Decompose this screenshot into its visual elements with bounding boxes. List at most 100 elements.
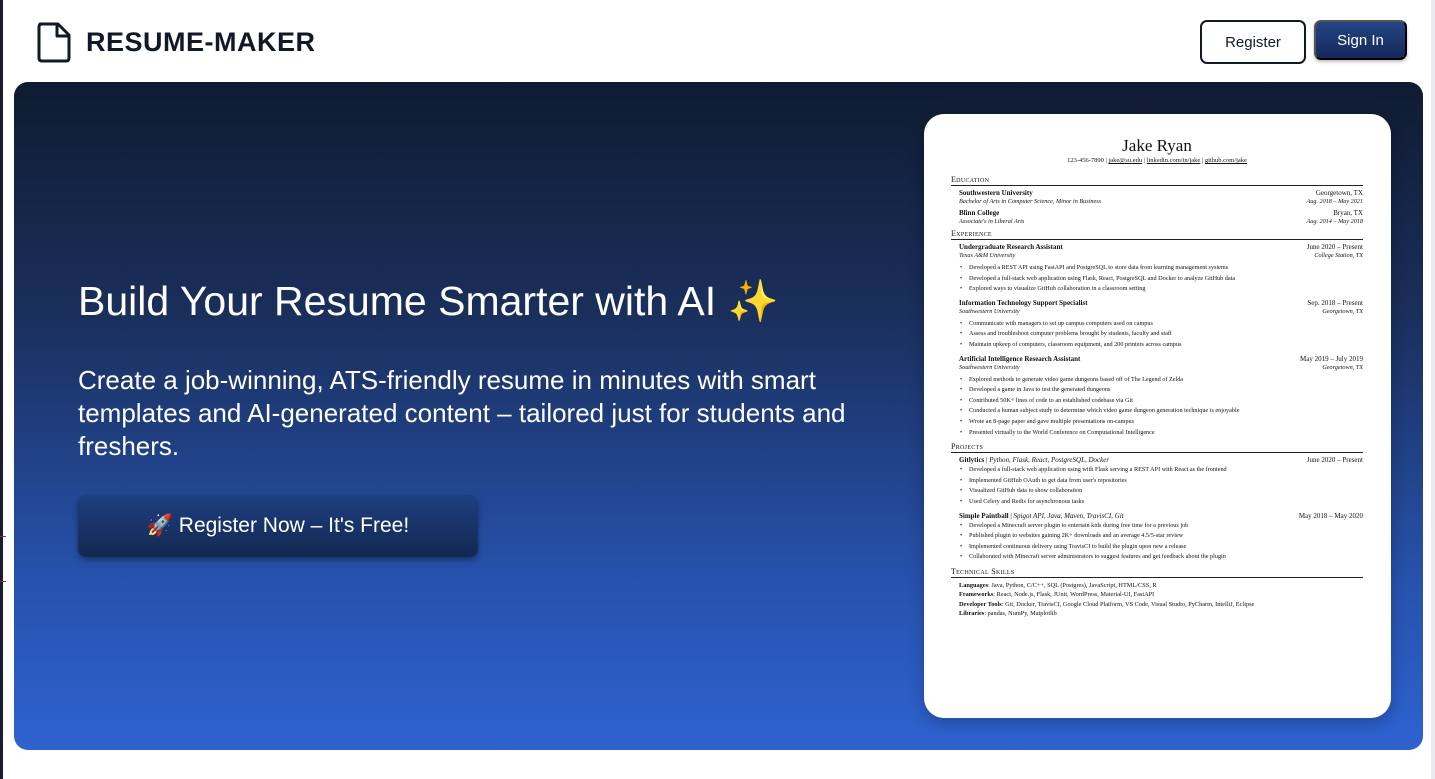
resume-school: Blinn College: [959, 209, 1000, 217]
resume-entry: Southwestern University Georgetown, TX: [951, 189, 1363, 198]
resume-org: Southwestern University: [959, 363, 1020, 371]
resume-skill-label: Frameworks: [959, 591, 994, 599]
resume-bullet: Wrote an 8-page paper and gave multiple …: [960, 417, 1363, 428]
resume-section-heading: Technical Skills: [951, 567, 1363, 578]
resume-entry-sub: Bachelor of Arts in Computer Science, Mi…: [951, 198, 1363, 206]
resume-project-stack: Python, Flask, React, PostgreSQL, Docker: [989, 456, 1110, 465]
hero-subtitle: Create a job-winning, ATS-friendly resum…: [78, 365, 846, 461]
resume-entry: Undergraduate Research Assistant June 202…: [951, 243, 1363, 252]
resume-bullet: Developed a full-stack web application u…: [960, 274, 1363, 285]
register-now-button[interactable]: 🚀 Register Now – It's Free!: [78, 495, 478, 557]
resume-bullet: Assess and troubleshoot computer problem…: [960, 329, 1363, 340]
resume-school: Southwestern University: [959, 189, 1033, 197]
resume-org: Southwestern University: [959, 307, 1020, 315]
resume-section-heading: Experience: [951, 229, 1363, 240]
left-edge-marker: [0, 536, 6, 582]
resume-location: College Station, TX: [1314, 252, 1363, 259]
resume-degree: Bachelor of Arts in Computer Science, Mi…: [959, 198, 1102, 205]
resume-phone: 123-456-7890: [1067, 157, 1104, 164]
resume-bullet-list: Developed a REST API using FastAPI and P…: [951, 263, 1363, 295]
resume-section-heading: Projects: [951, 442, 1363, 454]
resume-skill-label: Developer Tools: [959, 600, 1002, 608]
resume-location: Georgetown, TX: [1315, 189, 1363, 197]
resume-entry: Artificial Intelligence Research Assista…: [951, 355, 1363, 364]
resume-linkedin: linkedin.com/in/jake: [1146, 157, 1201, 164]
resume-entry: Information Technology Support Specialis…: [951, 299, 1363, 308]
resume-bullet: Implemented GitHub OAuth to get data fro…: [960, 476, 1363, 487]
resume-email: jake@su.edu: [1108, 157, 1143, 164]
resume-dates: May 2019 – July 2019: [1300, 354, 1363, 363]
resume-bullet: Explored methods to generate video game …: [960, 375, 1363, 386]
resume-bullet: Visualized GitHub data to show collabora…: [960, 486, 1363, 497]
resume-entry-sub: Associate's in Liberal Arts Aug. 2014 – M…: [951, 218, 1363, 226]
resume-dates: May 2018 – May 2020: [1298, 511, 1363, 520]
resume-location: Georgetown, TX: [1322, 307, 1363, 315]
resume-bullet: Developed a Minecraft server plugin to e…: [960, 521, 1363, 532]
sign-in-button[interactable]: Sign In: [1314, 20, 1407, 60]
resume-section-heading: Education: [951, 175, 1363, 186]
resume-name: Jake Ryan: [1122, 136, 1192, 155]
resume-bullet-list: Explored methods to generate video game …: [951, 375, 1363, 439]
resume-project-stack: Spigot API, Java, Maven, TravisCI, Git: [1013, 511, 1124, 520]
resume-project-name: Gitlytics: [959, 456, 985, 465]
resume-skill-label: Languages: [959, 581, 989, 589]
resume-bullet: Maintain upkeep of computers, classroom …: [960, 340, 1363, 351]
resume-preview: Jake Ryan 123-456-7890 | jake@su.edu | l…: [951, 136, 1363, 619]
resume-entry: Simple Paintball | Spigot API, Java, Mav…: [959, 511, 1363, 520]
brand-name: RESUME-MAKER: [86, 26, 316, 57]
resume-bullet: Developed a game in Java to test the gen…: [960, 385, 1363, 396]
resume-location: Georgetown, TX: [1322, 363, 1363, 371]
resume-degree: Associate's in Liberal Arts: [959, 218, 1025, 225]
resume-entry-sub: Texas A&M University College Station, TX: [951, 252, 1363, 260]
document-icon: [37, 22, 71, 63]
resume-bullet: Collaborated with Minecraft server admin…: [960, 552, 1363, 563]
resume-skill-value: Git, Docker, TravisCI, Google Cloud Plat…: [1005, 600, 1255, 608]
resume-job-title: Undergraduate Research Assistant: [959, 243, 1063, 251]
resume-entry-sub: Southwestern University Georgetown, TX: [951, 308, 1363, 316]
left-window-edge: [0, 0, 3, 779]
resume-entry: Blinn College Bryan, TX: [951, 209, 1363, 218]
resume-project-name: Simple Paintball: [959, 511, 1009, 520]
resume-bullet: Used Celery and Redis for asynchronous t…: [960, 497, 1363, 508]
resume-bullet-list: Developed a Minecraft server plugin to e…: [951, 521, 1363, 563]
resume-skill-row: Developer Tools: Git, Docker, TravisCI, …: [959, 600, 1255, 608]
resume-skill-row: Languages: Java, Python, C/C++, SQL (Pos…: [959, 581, 1157, 589]
resume-bullet: Contributed 50K+ lines of code to an est…: [960, 396, 1363, 407]
resume-bullet-list: Communicate with managers to set up camp…: [951, 319, 1363, 351]
resume-bullet-list: Developed a full-stack web application u…: [951, 465, 1363, 507]
resume-bullet: Communicate with managers to set up camp…: [960, 319, 1363, 330]
resume-bullet: Conducted a human subject study to deter…: [960, 406, 1363, 417]
resume-dates: June 2020 – Present: [1306, 243, 1363, 251]
resume-location: Bryan, TX: [1333, 209, 1363, 217]
hero-title: Build Your Resume Smarter with AI ✨: [78, 278, 779, 324]
resume-skill-row: Libraries: pandas, NumPy, Matplotlib: [959, 610, 1057, 618]
resume-org: Texas A&M University: [959, 252, 1016, 259]
resume-entry: Gitlytics | Python, Flask, React, Postgr…: [959, 456, 1363, 465]
resume-bullet: Published plugin to websites gaining 2K+…: [960, 531, 1363, 542]
top-navbar: RESUME-MAKER Register Sign In: [0, 0, 1435, 82]
right-scrollbar-track[interactable]: [1431, 0, 1435, 779]
resume-dates: Sep. 2018 – Present: [1307, 298, 1363, 307]
brand-logo[interactable]: RESUME-MAKER: [36, 21, 316, 63]
resume-skill-row: Frameworks: React, Node.js, Flask, JUnit…: [959, 591, 1155, 599]
resume-preview-card: Jake Ryan 123-456-7890 | jake@su.edu | l…: [924, 114, 1391, 718]
register-button[interactable]: Register: [1200, 20, 1306, 64]
resume-bullet: Explored ways to visualize GitHub collab…: [960, 284, 1363, 295]
resume-job-title: Information Technology Support Specialis…: [959, 298, 1088, 307]
resume-contact: 123-456-7890 | jake@su.edu | linkedin.co…: [1067, 157, 1247, 164]
resume-dates: Aug. 2014 – May 2018: [1306, 218, 1363, 225]
resume-bullet: Developed a REST API using FastAPI and P…: [960, 263, 1363, 274]
resume-skill-label: Libraries: [959, 610, 985, 618]
resume-dates: June 2020 – Present: [1306, 456, 1363, 465]
resume-entry-sub: Southwestern University Georgetown, TX: [951, 364, 1363, 372]
hero-section: Build Your Resume Smarter with AI ✨ Crea…: [14, 82, 1423, 750]
resume-bullet: Developed a full-stack web application u…: [960, 465, 1363, 476]
resume-dates: Aug. 2018 – May 2021: [1306, 198, 1363, 205]
resume-bullet: Implemented continuous delivery using Tr…: [960, 542, 1363, 553]
resume-skill-value: React, Node.js, Flask, JUnit, WordPress,…: [996, 591, 1155, 599]
resume-skill-value: Java, Python, C/C++, SQL (Postgres), Jav…: [991, 581, 1157, 589]
resume-job-title: Artificial Intelligence Research Assista…: [959, 354, 1081, 363]
resume-bullet: Presented virtually to the World Confere…: [960, 428, 1363, 439]
resume-skill-value: pandas, NumPy, Matplotlib: [987, 610, 1057, 618]
resume-github: github.com/jake: [1204, 157, 1247, 164]
